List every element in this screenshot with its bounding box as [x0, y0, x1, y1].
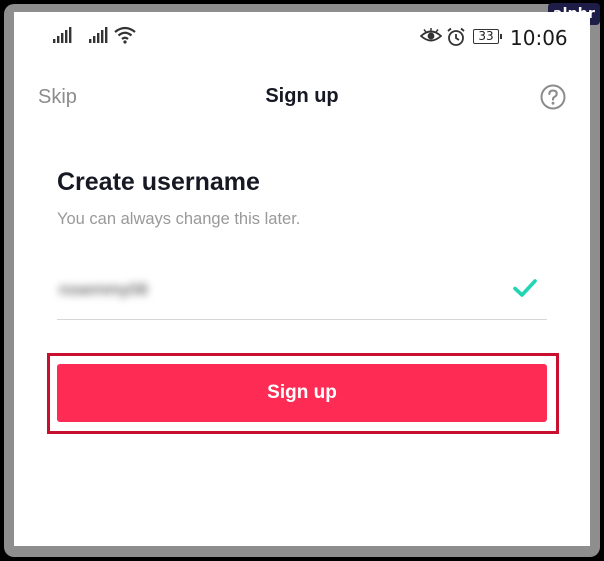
username-field [57, 270, 547, 320]
wifi-icon [114, 26, 136, 44]
username-input[interactable] [57, 270, 481, 310]
device-frame: alphr [0, 0, 604, 561]
signal-icon [53, 27, 72, 43]
top-nav: Skip Sign up [14, 72, 590, 122]
signal-icon [89, 27, 108, 43]
status-time: 10:06 [510, 26, 568, 50]
form-heading: Create username [57, 168, 260, 196]
status-bar: 33 10:06 [14, 12, 590, 62]
checkmark-icon [513, 279, 537, 297]
app-screen: 33 10:06 Skip Sign up Create username Yo… [14, 12, 590, 546]
sign-up-button[interactable]: Sign up [57, 364, 547, 422]
alarm-icon [447, 27, 465, 46]
page-title: Sign up [265, 85, 339, 107]
question-circle-icon[interactable] [540, 84, 566, 110]
form-subheading: You can always change this later. [57, 210, 301, 228]
battery-icon: 33 [473, 29, 502, 44]
eye-icon [420, 28, 442, 42]
